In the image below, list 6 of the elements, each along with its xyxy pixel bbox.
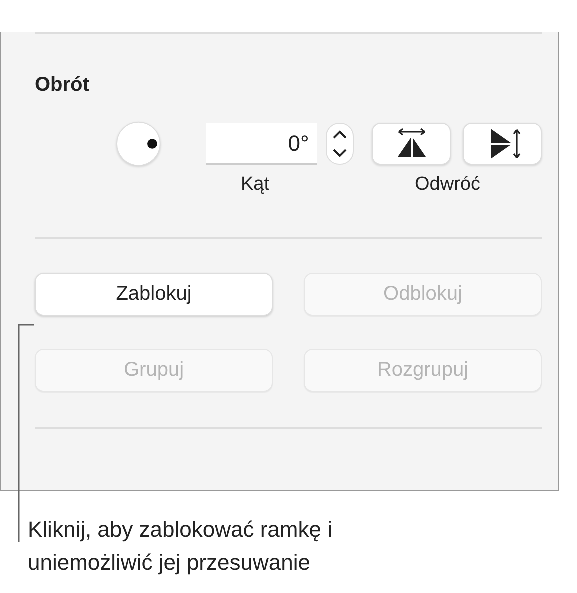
callout-text: Kliknij, aby zablokować ramkę i uniemożliwić jej przesuwanie <box>28 516 334 577</box>
flip-label: Odwróć <box>415 174 480 196</box>
angle-label: Kąt <box>241 174 270 196</box>
action-button[interactable]: Zablokuj <box>35 273 273 316</box>
section-title: Obrót <box>35 74 90 98</box>
angle-field[interactable]: 0° <box>206 123 318 165</box>
